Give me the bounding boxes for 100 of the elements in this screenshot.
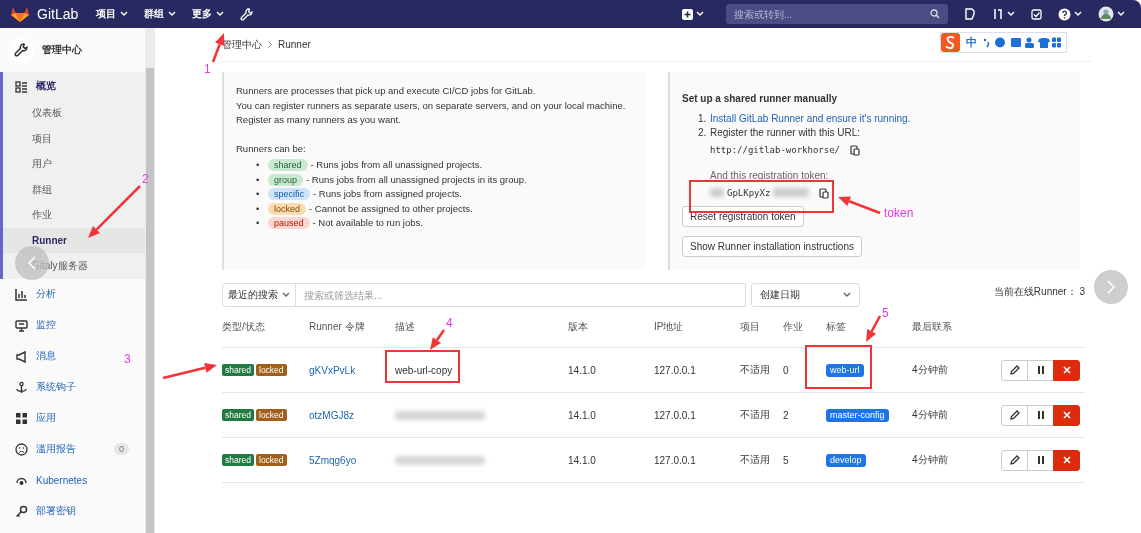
install-link[interactable]: Install GitLab Runner and ensure it's running.: [710, 112, 911, 124]
table-cell: 127.0.0.1: [654, 454, 696, 466]
filter-field[interactable]: 搜索或筛选结果...: [296, 283, 746, 307]
delete-button[interactable]: [1053, 449, 1080, 471]
pencil-icon: [1009, 455, 1020, 465]
annotation-number: 5: [882, 306, 889, 320]
sidebar-subitem[interactable]: 项目: [3, 125, 145, 151]
merge-request-icon[interactable]: [992, 8, 1004, 20]
nav-menu[interactable]: 群组: [144, 7, 177, 21]
issues-icon[interactable]: [964, 8, 976, 20]
annotation-number: 4: [446, 316, 453, 330]
highlight-box: [805, 345, 872, 389]
runner-token-link[interactable]: 5Zmqg6yo: [309, 454, 357, 466]
sidebar-item[interactable]: 部署密钥: [3, 500, 80, 522]
edit-button[interactable]: [1001, 404, 1028, 426]
chevron-right-icon: [1107, 280, 1115, 294]
nav-menu[interactable]: 更多: [192, 7, 225, 21]
chevron-down-icon: [843, 292, 851, 298]
brand-name[interactable]: GitLab: [37, 6, 79, 22]
runner-type-badge: shared: [268, 159, 308, 171]
recent-searches-dropdown[interactable]: 最近的搜索: [222, 283, 296, 307]
column-header: 描述: [395, 320, 415, 334]
plus-icon[interactable]: [682, 8, 693, 20]
search-icon: [930, 9, 940, 19]
sort-dropdown[interactable]: 创建日期: [751, 283, 860, 307]
status-badge: shared: [222, 454, 254, 466]
close-icon: [1062, 456, 1071, 464]
close-icon: [1062, 411, 1071, 419]
copy-icon[interactable]: [850, 143, 861, 156]
column-header: 版本: [568, 320, 588, 334]
sidebar-item[interactable]: 分析: [3, 283, 60, 305]
annotation-arrow: [162, 362, 217, 380]
help-icon[interactable]: [1058, 7, 1071, 21]
type-description: - Runs jobs from assigned projects.: [313, 188, 462, 199]
table-cell: 5: [783, 454, 789, 466]
intro-text: Runners are processes that pick up and execute CI/CD jobs for GitLab.: [236, 84, 537, 98]
sidebar-item[interactable]: 滥用报告 0: [3, 438, 145, 460]
runner-token-link[interactable]: otzMGJ8z: [309, 409, 354, 421]
delete-button[interactable]: [1053, 404, 1080, 426]
sidebar-subitem[interactable]: 仪表板: [3, 100, 145, 126]
table-cell: 14.1.0: [568, 409, 596, 421]
avatar-icon[interactable]: [1098, 6, 1114, 22]
step-number: 1.: [698, 111, 708, 126]
table-cell: 14.1.0: [568, 454, 596, 466]
online-runners-count: 当前在线Runner： 3: [993, 285, 1085, 299]
instructions-button[interactable]: Show Runner installation instructions: [682, 236, 862, 257]
ime-icons-drawing[interactable]: [983, 37, 1061, 48]
sidebar-subitem[interactable]: 作业: [3, 202, 145, 228]
pause-button[interactable]: [1027, 449, 1054, 471]
todo-icon[interactable]: [1031, 8, 1042, 20]
close-icon: [1062, 366, 1071, 374]
bullet: •: [256, 216, 261, 230]
bullet: •: [256, 201, 261, 216]
chevron-right-icon: [268, 41, 272, 48]
delete-button[interactable]: [1053, 359, 1080, 381]
status-badge: shared: [222, 409, 254, 421]
edit-button[interactable]: [1001, 359, 1028, 381]
registration-token: GpLKpyXz: [727, 186, 771, 200]
breadcrumb-link[interactable]: Runner: [278, 39, 311, 50]
fox-logo-icon[interactable]: [10, 5, 30, 23]
sidebar-item[interactable]: Kubernetes: [3, 469, 92, 491]
nav-menu[interactable]: 项目: [96, 7, 129, 21]
ime-logo-icon[interactable]: [941, 33, 960, 52]
copy-icon[interactable]: [819, 186, 830, 199]
pause-icon: [1037, 411, 1044, 419]
sidebar-item[interactable]: 概览: [3, 75, 60, 97]
chevron-down-icon: [282, 292, 290, 298]
search-field[interactable]: 搜索或转到...: [726, 4, 948, 24]
sidebar-subitem[interactable]: Runner: [3, 227, 145, 253]
sidebar-item[interactable]: 系统钩子: [3, 376, 80, 398]
type-description: - Cannot be assigned to other projects.: [309, 202, 473, 214]
bullet: •: [256, 158, 261, 172]
annotation-arrow: [838, 196, 881, 215]
column-header: 最后联系: [912, 320, 952, 334]
status-badge: locked: [256, 454, 287, 466]
runner-type-badge: group: [268, 173, 304, 186]
annotation-number: 3: [124, 352, 131, 366]
type-description: - Runs jobs from all unassigned projects in its group.: [306, 173, 527, 185]
wrench-icon[interactable]: [240, 7, 254, 21]
sidebar-item[interactable]: 监控: [3, 314, 60, 336]
edit-button[interactable]: [1001, 449, 1028, 471]
runner-token-link[interactable]: gKVxPvLk: [309, 364, 356, 376]
sidebar-item[interactable]: 消息: [3, 345, 60, 367]
sidebar-item[interactable]: 应用: [3, 407, 60, 429]
smile-icon: [15, 442, 28, 456]
pause-button[interactable]: [1027, 359, 1054, 381]
pencil-icon: [1009, 410, 1020, 420]
pause-button[interactable]: [1027, 404, 1054, 426]
token-label: And this registration token:: [710, 169, 830, 183]
ime-mode[interactable]: 中: [966, 35, 977, 50]
runner-url: http://gitlab-workhorse/: [710, 143, 841, 157]
column-header: 项目: [740, 320, 760, 334]
bullet: •: [256, 187, 261, 201]
table-cell: 不适用: [740, 453, 770, 467]
annotation-arrow: [211, 33, 225, 63]
type-description: - Runs jobs from all unassigned projects.: [310, 159, 483, 170]
column-header: 类型/状态: [222, 320, 265, 334]
tag-badge: develop: [826, 453, 866, 467]
runner-type-badge: paused: [268, 217, 310, 229]
column-header: Runner 令牌: [309, 320, 365, 334]
